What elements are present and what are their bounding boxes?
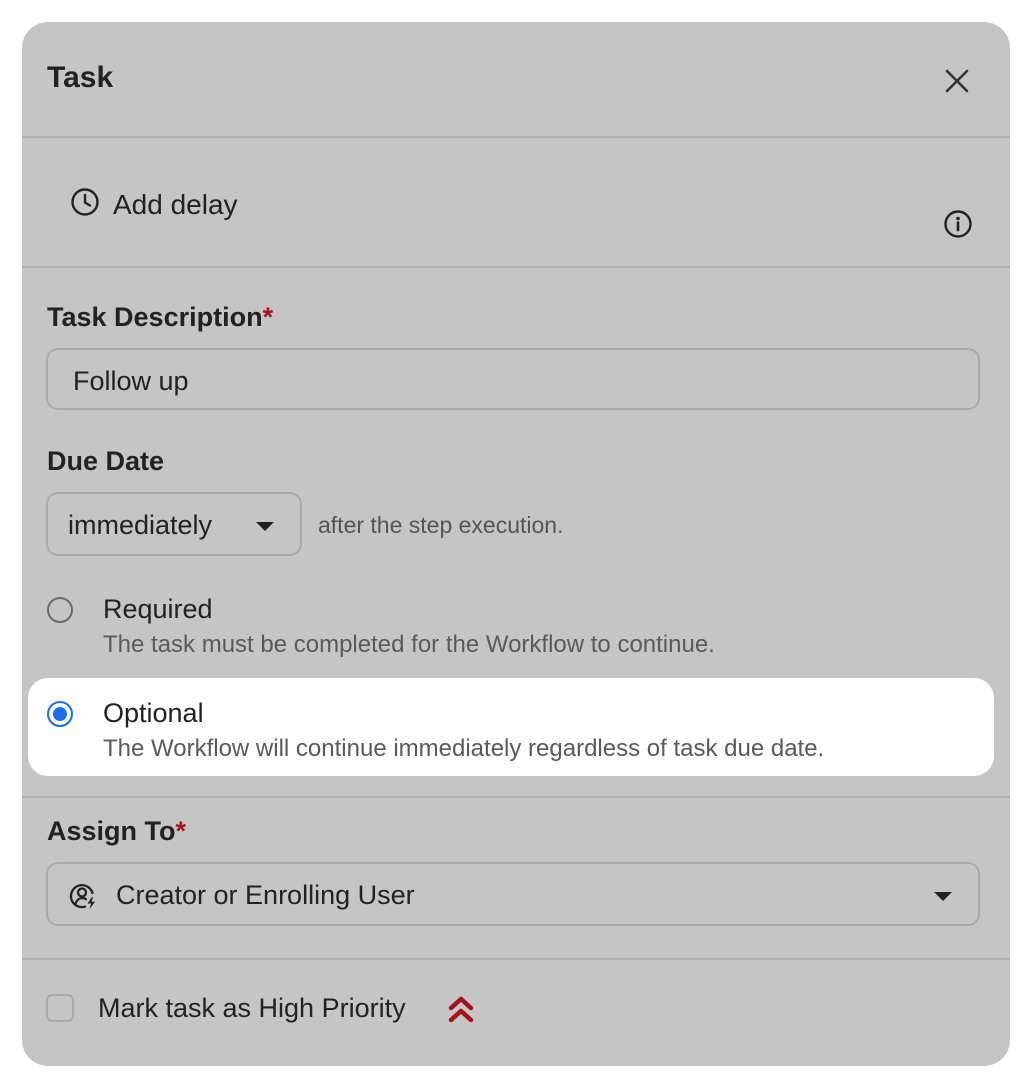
required-mark: * — [175, 816, 187, 846]
delay-row: Add delay — [22, 138, 1010, 268]
close-icon — [945, 69, 969, 93]
due-date-label: Due Date — [47, 446, 165, 476]
due-date-value: immediately — [68, 510, 213, 540]
panel-title: Task — [47, 61, 114, 94]
optional-option-title: Optional — [103, 698, 204, 728]
required-mark: * — [262, 302, 274, 332]
caret-down-icon — [256, 522, 274, 531]
required-option-description: The task must be completed for the Workf… — [103, 631, 715, 658]
double-chevron-up-icon — [448, 996, 474, 1023]
close-button[interactable] — [940, 64, 974, 98]
assign-to-select[interactable]: Creator or Enrolling User — [46, 862, 980, 926]
task-panel: Task Add delay Task Description* Follow … — [22, 22, 1010, 1066]
high-priority-label: Mark task as High Priority — [98, 993, 406, 1023]
due-date-select[interactable]: immediately — [46, 492, 302, 556]
section-divider — [22, 958, 1010, 960]
clock-icon — [71, 188, 99, 216]
assign-to-label-text: Assign To — [47, 816, 176, 846]
user-bolt-icon — [69, 883, 95, 909]
task-description-value: Follow up — [73, 366, 189, 396]
required-option-title: Required — [103, 594, 213, 624]
required-radio[interactable] — [47, 597, 73, 623]
task-description-label-text: Task Description — [47, 302, 263, 332]
task-description-label: Task Description* — [47, 302, 273, 333]
due-date-suffix: after the step execution. — [318, 512, 564, 538]
task-description-input[interactable]: Follow up — [46, 348, 980, 410]
optional-radio[interactable] — [47, 701, 73, 727]
add-delay-label: Add delay — [113, 189, 238, 220]
panel-header: Task — [22, 22, 1010, 138]
assign-to-value: Creator or Enrolling User — [116, 880, 415, 910]
high-priority-checkbox[interactable] — [46, 994, 74, 1022]
caret-down-icon — [934, 892, 952, 901]
info-icon[interactable] — [943, 209, 973, 239]
section-divider — [22, 796, 1010, 798]
optional-option-description: The Workflow will continue immediately r… — [103, 735, 825, 762]
assign-to-label: Assign To* — [47, 816, 186, 847]
